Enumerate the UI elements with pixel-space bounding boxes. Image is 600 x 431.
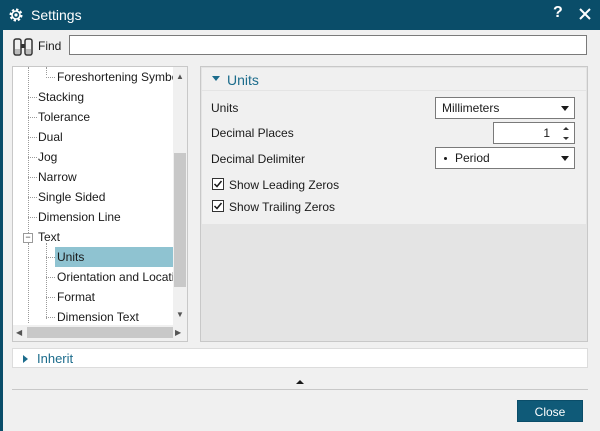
- tree-item-dimension-text[interactable]: Dimension Text: [57, 307, 139, 327]
- tree-guide: [46, 277, 55, 278]
- tree-item-narrow[interactable]: Narrow: [38, 167, 77, 187]
- window-title: Settings: [31, 7, 82, 23]
- show-trailing-zeros-label: Show Trailing Zeros: [229, 200, 336, 214]
- scroll-down-icon[interactable]: ▼: [176, 310, 184, 319]
- scroll-left-icon[interactable]: ◀: [16, 328, 22, 337]
- show-leading-zeros-checkbox[interactable]: [212, 178, 224, 190]
- collapsed-triangle-icon: [23, 355, 28, 363]
- tree-item-label: Foreshortening Symbol: [57, 70, 182, 84]
- help-button[interactable]: ?: [553, 4, 563, 22]
- find-input[interactable]: [69, 35, 587, 55]
- units-dropdown[interactable]: Millimeters: [435, 97, 575, 119]
- decimal-delimiter-value: Period: [455, 151, 490, 165]
- tree-item-label: Dual: [38, 130, 63, 144]
- units-value: Millimeters: [442, 101, 500, 115]
- show-trailing-zeros-checkbox[interactable]: [212, 200, 224, 212]
- tree-item-label: Orientation and Location: [57, 270, 188, 284]
- units-section-content: Units Millimeters Decimal Places 1 Decim…: [202, 91, 586, 224]
- tree-vertical-scrollbar[interactable]: ▲ ▼: [173, 67, 187, 325]
- footer-divider: [12, 389, 588, 390]
- tree-guide: [28, 157, 37, 158]
- expanded-triangle-icon: [212, 76, 220, 81]
- tree-guide: [46, 243, 47, 319]
- tree-guide: [28, 117, 37, 118]
- tree-item-label: Jog: [38, 150, 58, 164]
- tree-guide: [28, 97, 37, 98]
- tree-guide: [28, 137, 37, 138]
- tree-guide: [46, 297, 55, 298]
- tree-item-label: Single Sided: [38, 190, 106, 204]
- scroll-up-icon[interactable]: ▲: [176, 72, 184, 81]
- chevron-down-icon: [561, 106, 569, 111]
- units-section-header[interactable]: Units: [202, 68, 586, 90]
- tree-item-single-sided[interactable]: Single Sided: [38, 187, 105, 207]
- tree-guide: [28, 197, 37, 198]
- inherit-label: Inherit: [37, 351, 74, 366]
- decimal-places-label: Decimal Places: [211, 126, 294, 140]
- show-leading-zeros-label: Show Leading Zeros: [229, 178, 340, 192]
- tree-guide: [46, 67, 47, 75]
- collapse-text-icon[interactable]: −: [23, 233, 33, 243]
- tree-item-label: Tolerance: [38, 110, 91, 124]
- find-label: Find: [38, 39, 62, 53]
- tree-guide: [46, 257, 55, 258]
- scroll-right-icon[interactable]: ▶: [175, 328, 181, 337]
- units-panel: Units Units Millimeters Decimal Places 1…: [200, 66, 588, 342]
- tree-item-foreshortening-symbol[interactable]: Foreshortening Symbol: [57, 67, 181, 87]
- spin-down-icon[interactable]: [560, 134, 572, 143]
- tree-guide: [28, 217, 37, 218]
- decimal-places-value: 1: [543, 126, 550, 140]
- title-bar: Settings ?: [0, 0, 600, 30]
- tree-item-label: Narrow: [38, 170, 77, 184]
- units-label: Units: [211, 101, 239, 115]
- tree-item-stacking[interactable]: Stacking: [38, 87, 84, 107]
- binoculars-icon: [13, 38, 33, 56]
- tree-item-jog[interactable]: Jog: [38, 147, 57, 167]
- tree-guide: [28, 177, 37, 178]
- tree-guide: [28, 243, 29, 323]
- tree-item-label: Units: [57, 250, 85, 264]
- collapse-up-icon[interactable]: [295, 378, 305, 386]
- checkmark-icon: [213, 202, 223, 210]
- scroll-thumb[interactable]: [174, 153, 186, 287]
- inherit-section-header[interactable]: Inherit: [12, 348, 588, 368]
- tree-item-label: Dimension Line: [38, 210, 121, 224]
- tree-item-orientation-and-location[interactable]: Orientation and Location: [57, 267, 188, 287]
- tree-item-label: Dimension Text: [57, 310, 139, 324]
- tree-guide: [46, 317, 55, 318]
- spin-up-icon[interactable]: [560, 124, 572, 133]
- decimal-places-spinner[interactable]: 1: [493, 122, 575, 144]
- tree-item-text[interactable]: Text: [38, 227, 60, 247]
- decimal-delimiter-label: Decimal Delimiter: [211, 152, 306, 166]
- tree-guide: [46, 77, 55, 78]
- settings-tree: Foreshortening Symbol Stacking Tolerance…: [12, 66, 188, 342]
- tree-item-dual[interactable]: Dual: [38, 127, 63, 147]
- tree-item-tolerance[interactable]: Tolerance: [38, 107, 90, 127]
- scroll-thumb[interactable]: [27, 327, 173, 338]
- bullet-icon: [444, 157, 447, 161]
- chevron-down-icon: [561, 156, 569, 161]
- gear-icon: [9, 8, 23, 22]
- tree-item-label: Text: [38, 230, 61, 244]
- tree-item-units[interactable]: Units: [55, 247, 175, 267]
- tree-item-label: Format: [57, 290, 96, 304]
- section-title: Units: [227, 72, 259, 88]
- close-button[interactable]: Close: [517, 400, 583, 422]
- decimal-delimiter-dropdown[interactable]: Period: [435, 147, 575, 169]
- tree-item-format[interactable]: Format: [57, 287, 95, 307]
- tree-item-dimension-line[interactable]: Dimension Line: [38, 207, 121, 227]
- close-window-icon[interactable]: [575, 4, 595, 24]
- checkmark-icon: [213, 180, 223, 188]
- tree-item-label: Stacking: [38, 90, 85, 104]
- tree-horizontal-scrollbar[interactable]: ◀ ▶: [13, 325, 187, 341]
